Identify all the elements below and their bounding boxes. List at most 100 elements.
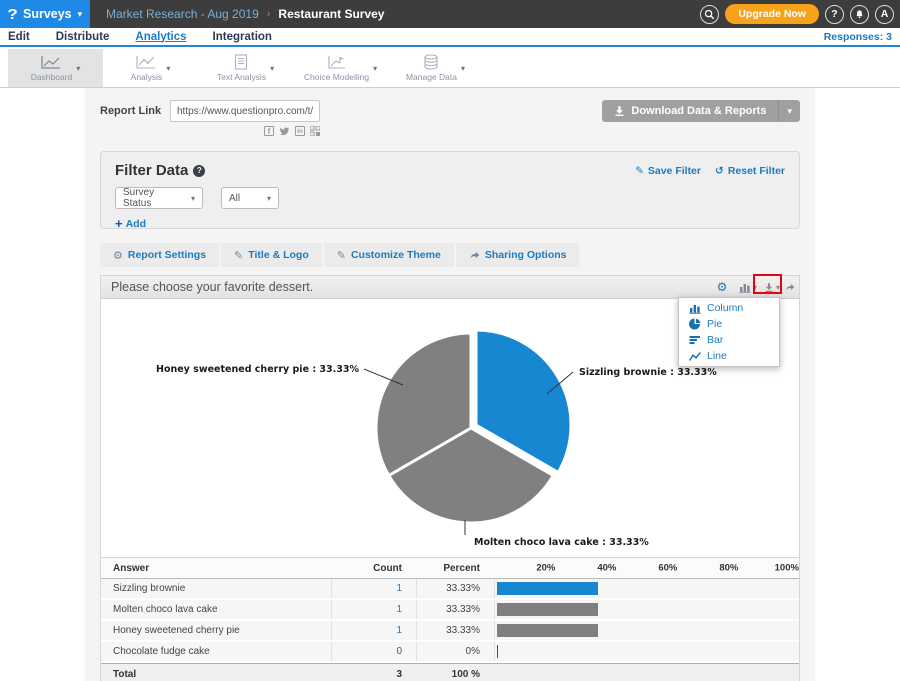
tab-customize-theme[interactable]: ✎ Customize Theme	[324, 243, 454, 267]
toolbar-item-analysis[interactable]: Analysis ▾	[103, 49, 198, 87]
help-button[interactable]: ?	[825, 5, 844, 24]
tab-label: Title & Logo	[248, 249, 308, 261]
chart-type-option-pie[interactable]: Pie	[679, 316, 779, 332]
reset-filter-label: Reset Filter	[728, 165, 785, 177]
notifications-button[interactable]	[850, 5, 869, 24]
reset-icon: ↺	[715, 165, 724, 177]
toolbar-item-dashboard[interactable]: Dashboard ▾	[8, 49, 103, 87]
topbar-actions: Upgrade Now ? A	[700, 4, 900, 24]
breadcrumb-current: Restaurant Survey	[278, 7, 384, 21]
menu-item-integration[interactable]: Integration	[213, 31, 272, 43]
table-row: Molten choco lava cake 1 33.33%	[101, 600, 799, 621]
search-icon	[704, 9, 715, 20]
filter-data-panel: Filter Data ? ✎ Save Filter ↺ Reset Filt…	[100, 151, 800, 229]
answer-label: Chocolate fudge cake	[101, 646, 331, 657]
menu-option-label: Pie	[707, 318, 722, 330]
menu-item-analytics[interactable]: Analytics	[135, 31, 186, 43]
edit-icon: ✎	[234, 249, 243, 262]
embed-code-icon[interactable]	[310, 126, 320, 136]
analytics-toolbar: Dashboard ▾ Analysis ▾ Text Analysis ▾	[0, 49, 900, 88]
avatar[interactable]: A	[875, 5, 894, 24]
report-content-panel: Report Link Download Data & Reports ▾ f …	[85, 88, 815, 681]
download-label: Download Data & Reports	[631, 105, 766, 117]
add-filter-button[interactable]: + Add	[115, 216, 785, 231]
breadcrumb-parent[interactable]: Market Research - Aug 2019	[106, 7, 259, 21]
surveys-product-menu[interactable]: ? Surveys ▾	[0, 0, 90, 28]
filter-field-select[interactable]: Survey Status ▾	[115, 187, 203, 209]
chevron-down-icon[interactable]: ▾	[461, 64, 465, 73]
menu-item-edit[interactable]: Edit	[8, 31, 30, 43]
report-config-tabs: ⚙ Report Settings ✎ Title & Logo ✎ Custo…	[100, 243, 800, 267]
top-bar: ? Surveys ▾ Market Research - Aug 2019 ›…	[0, 0, 900, 28]
tab-title-logo[interactable]: ✎ Title & Logo	[221, 243, 322, 267]
chart-type-option-line[interactable]: Line	[679, 348, 779, 364]
toolbar-item-label: Manage Data	[406, 72, 457, 82]
filter-value-select[interactable]: All ▾	[221, 187, 279, 209]
line-chart-icon	[689, 351, 701, 362]
filter-help-icon[interactable]: ?	[193, 165, 205, 177]
tab-sharing-options[interactable]: Sharing Options	[456, 243, 580, 267]
answer-label: Sizzling brownie	[101, 583, 331, 594]
toolbar-item-text-analysis[interactable]: Text Analysis ▾	[198, 49, 293, 87]
reset-filter-button[interactable]: ↺ Reset Filter	[715, 165, 785, 177]
twitter-icon[interactable]	[279, 127, 290, 136]
chevron-down-icon[interactable]: ▾	[373, 64, 377, 73]
search-button[interactable]	[700, 5, 719, 24]
questionpro-analytics-page: ? Surveys ▾ Market Research - Aug 2019 ›…	[0, 0, 900, 681]
pie-label-molten-choco-lava-cake: Molten choco lava cake : 33.33%	[474, 537, 649, 548]
horizontal-bar-chart-icon	[689, 335, 701, 345]
toolbar-item-choice-modelling[interactable]: Choice Modelling ▾	[293, 49, 388, 87]
scale-tick: 60%	[658, 563, 677, 574]
table-row: Sizzling brownie 1 33.33%	[101, 579, 799, 600]
menu-item-distribute[interactable]: Distribute	[56, 31, 110, 43]
count-link[interactable]: 1	[396, 583, 402, 594]
table-row: Honey sweetened cherry pie 1 33.33%	[101, 621, 799, 642]
chart-type-button[interactable]: ▾	[735, 282, 761, 293]
chart-type-option-column[interactable]: Column	[679, 300, 779, 316]
responses-count[interactable]: Responses: 3	[824, 31, 892, 43]
linkedin-icon[interactable]: in	[295, 126, 305, 136]
table-row: Chocolate fudge cake 0 0%	[101, 642, 799, 663]
bar-chart-icon	[739, 282, 751, 293]
chevron-down-icon[interactable]: ▾	[270, 64, 274, 73]
chevron-down-icon[interactable]: ▾	[166, 64, 170, 73]
facebook-icon[interactable]: f	[264, 126, 274, 136]
column-header-count: Count	[331, 558, 416, 578]
plus-icon: +	[115, 216, 123, 231]
chart-share-button[interactable]	[785, 282, 795, 292]
table-total-row: Total 3 100 %	[101, 663, 799, 681]
count-link[interactable]: 1	[396, 604, 402, 615]
chevron-down-icon[interactable]: ▾	[76, 64, 80, 73]
count-link[interactable]: 1	[396, 625, 402, 636]
edit-icon: ✎	[635, 165, 644, 177]
download-data-reports-button[interactable]: Download Data & Reports	[602, 100, 778, 122]
save-filter-button[interactable]: ✎ Save Filter	[635, 165, 701, 177]
toolbar-item-label: Text Analysis	[217, 72, 266, 82]
results-table: Answer Count Percent 20% 40% 60% 80% 100…	[101, 557, 799, 681]
download-options-caret[interactable]: ▾	[778, 100, 800, 122]
edit-icon: ✎	[337, 249, 346, 262]
question-title: Please choose your favorite dessert.	[111, 280, 313, 294]
answer-label: Molten choco lava cake	[101, 604, 331, 615]
upgrade-now-button[interactable]: Upgrade Now	[725, 4, 819, 24]
tab-label: Report Settings	[128, 249, 206, 261]
scale-tick: 40%	[597, 563, 616, 574]
percent-value: 0%	[416, 642, 494, 661]
report-link-input[interactable]	[170, 100, 320, 122]
toolbar-item-manage-data[interactable]: Manage Data ▾	[388, 49, 483, 87]
chevron-down-icon: ▾	[181, 194, 195, 203]
chart-settings-button[interactable]: ⚙	[715, 280, 729, 294]
share-arrow-icon	[785, 282, 795, 292]
save-filter-label: Save Filter	[648, 165, 701, 177]
chart-type-option-bar[interactable]: Bar	[679, 332, 779, 348]
share-arrow-icon	[469, 250, 480, 260]
chevron-down-icon: ▾	[257, 194, 271, 203]
product-name: Surveys	[23, 7, 72, 21]
text-document-icon	[234, 54, 248, 70]
percent-value: 33.33%	[416, 600, 494, 619]
percent-bar	[497, 603, 598, 616]
tab-report-settings[interactable]: ⚙ Report Settings	[100, 243, 219, 267]
toolbar-item-label: Analysis	[131, 72, 163, 82]
chart-download-button[interactable]: ▾	[764, 282, 782, 293]
total-count: 3	[331, 664, 416, 681]
